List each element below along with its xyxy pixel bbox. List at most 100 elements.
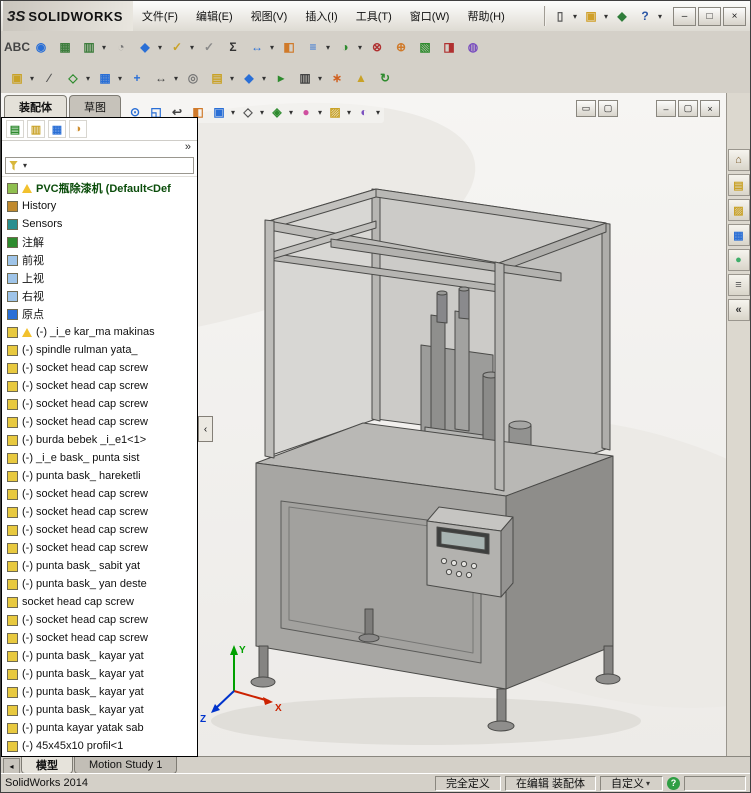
toolbar-button[interactable]: ▥ ▾: [78, 36, 108, 58]
tab-motion-study-1[interactable]: Motion Study 1: [74, 757, 178, 774]
document-window-button[interactable]: –: [656, 100, 676, 117]
headsup-button[interactable]: ● ▾: [296, 102, 324, 122]
toolbar-button[interactable]: ▣ ▾: [6, 67, 36, 89]
chevron-down-icon[interactable]: ▾: [156, 43, 164, 52]
tree-component-item[interactable]: (-) punta bask_ kayar yat: [2, 665, 197, 683]
tree-component-item[interactable]: (-) _i_e bask_ punta sist: [2, 449, 197, 467]
tree-filter-input[interactable]: ▾: [5, 157, 194, 174]
toolbar-button[interactable]: ▸ ▾: [270, 67, 292, 89]
chevron-down-icon[interactable]: ▾: [21, 161, 29, 170]
tree-component-item[interactable]: (-) socket head cap screw: [2, 359, 197, 377]
toolbar-button[interactable]: ◆ ▾: [134, 36, 164, 58]
tree-component-item[interactable]: (-) punta bask_ kayar yat: [2, 683, 197, 701]
tree-component-item[interactable]: (-) burda bebek _i_e1<1>: [2, 431, 197, 449]
document-window-button[interactable]: ▢: [678, 100, 698, 117]
tree-component-item[interactable]: (-) punta bask_ sabit yat: [2, 557, 197, 575]
chevron-down-icon[interactable]: ▾: [316, 108, 324, 117]
tree-root-item[interactable]: PVC瓶除漆机 (Default<Def: [2, 179, 197, 197]
chevron-down-icon[interactable]: ▾: [644, 779, 652, 788]
status-units[interactable]: 自定义 ▾: [600, 775, 663, 791]
headsup-button[interactable]: ◈ ▾: [267, 102, 295, 122]
tree-component-item[interactable]: (-) _i_e kar_ma makinas: [2, 323, 197, 341]
tree-component-item[interactable]: (-) socket head cap screw: [2, 485, 197, 503]
featuremanager-tab[interactable]: ▦: [48, 120, 66, 138]
tree-component-item[interactable]: socket head cap screw: [2, 593, 197, 611]
tree-component-item[interactable]: (-) punta kayar yatak sab: [2, 719, 197, 737]
chevron-down-icon[interactable]: ▾: [374, 108, 382, 117]
chevron-down-icon[interactable]: ▾: [260, 74, 268, 83]
tree-folder-item[interactable]: 上视: [2, 269, 197, 287]
chevron-down-icon[interactable]: ▾: [345, 108, 353, 117]
toolbar-button[interactable]: ▦ ▾: [54, 36, 76, 58]
frame-button[interactable]: ▭: [576, 100, 596, 117]
toolbar-button[interactable]: ◎ ▾: [182, 67, 204, 89]
tree-component-item[interactable]: (-) socket head cap screw: [2, 413, 197, 431]
panel-collapse-arrow[interactable]: ‹: [198, 416, 213, 442]
status-help-icon[interactable]: ?: [667, 776, 680, 790]
tree-component-item[interactable]: (-) punta bask_ yan deste: [2, 575, 197, 593]
titlebar-tool-button[interactable]: ▣ ▾: [580, 5, 610, 27]
chevron-down-icon[interactable]: ▾: [656, 12, 664, 21]
window-button[interactable]: ×: [723, 6, 746, 26]
menu-item[interactable]: 窗口(W): [401, 1, 459, 31]
menu-item[interactable]: 工具(T): [347, 1, 401, 31]
toolbar-button[interactable]: ≡ ▾: [302, 36, 332, 58]
tree-folder-item[interactable]: 右视: [2, 287, 197, 305]
toolbar-button[interactable]: Σ ▾: [222, 36, 244, 58]
tab-sketch[interactable]: 草图: [69, 95, 121, 117]
toolbar-button[interactable]: ◑ ▾: [334, 36, 364, 58]
tree-component-item[interactable]: (-) socket head cap screw: [2, 377, 197, 395]
toolbar-button[interactable]: ⊕ ▾: [390, 36, 412, 58]
tree-folder-item[interactable]: 原点: [2, 305, 197, 323]
titlebar-tool-button[interactable]: ? ▾: [634, 5, 664, 27]
window-button[interactable]: –: [673, 6, 696, 26]
frame-button[interactable]: ▢: [598, 100, 618, 117]
window-button[interactable]: □: [698, 6, 721, 26]
document-window-button[interactable]: ×: [700, 100, 720, 117]
toolbar-button[interactable]: ◆ ▾: [238, 67, 268, 89]
toolbar-button[interactable]: ✓ ▾: [166, 36, 196, 58]
chevron-down-icon[interactable]: ▾: [116, 74, 124, 83]
toolbar-button[interactable]: ◧ ▾: [278, 36, 300, 58]
toolbar-button[interactable]: ↔ ▾: [150, 67, 180, 89]
tree-component-item[interactable]: (-) punta bask_ kayar yat: [2, 701, 197, 719]
tree-component-item[interactable]: (-) socket head cap screw: [2, 539, 197, 557]
chevron-down-icon[interactable]: ▾: [356, 43, 364, 52]
chevron-down-icon[interactable]: ▾: [287, 108, 295, 117]
featuremanager-tab[interactable]: ◑: [69, 120, 87, 138]
headsup-button[interactable]: ▨ ▾: [325, 102, 353, 122]
chevron-down-icon[interactable]: ▾: [316, 74, 324, 83]
menu-item[interactable]: 编辑(E): [187, 1, 242, 31]
tab-scroll-left-icon[interactable]: ◂: [3, 758, 20, 774]
toolbar-button[interactable]: + ▾: [126, 67, 148, 89]
headsup-button[interactable]: ◐ ▾: [354, 102, 382, 122]
toolbar-button[interactable]: ◔ ▾: [110, 36, 132, 58]
chevron-down-icon[interactable]: ▾: [172, 74, 180, 83]
task-pane-button[interactable]: ≡: [727, 274, 750, 296]
headsup-button[interactable]: ▣ ▾: [209, 102, 237, 122]
toolbar-button[interactable]: ◇ ▾: [62, 67, 92, 89]
tree-component-item[interactable]: (-) 45x45x10 profil<1: [2, 737, 197, 755]
featuremanager-tab[interactable]: ▤: [6, 120, 24, 138]
task-pane-button[interactable]: ▨: [727, 199, 750, 221]
task-pane-button[interactable]: ●: [727, 249, 750, 271]
tab-model[interactable]: 模型: [21, 757, 73, 774]
tree-component-item[interactable]: (-) socket head cap screw: [2, 521, 197, 539]
chevron-down-icon[interactable]: ▾: [100, 43, 108, 52]
chevron-down-icon[interactable]: ▾: [258, 108, 266, 117]
toolbar-button[interactable]: ▲ ▾: [350, 67, 372, 89]
chevron-down-icon[interactable]: ▾: [28, 74, 36, 83]
toolbar-button[interactable]: ◍ ▾: [462, 36, 484, 58]
tab-assembly[interactable]: 装配体: [4, 95, 67, 117]
menu-item[interactable]: 插入(I): [296, 1, 346, 31]
titlebar-tool-button[interactable]: ◆ ▾: [611, 5, 633, 27]
task-pane-button[interactable]: ⌂: [727, 149, 750, 171]
toolbar-button[interactable]: ↔ ▾: [246, 36, 276, 58]
tree-folder-item[interactable]: History: [2, 197, 197, 215]
tree-component-item[interactable]: (-) socket head cap screw: [2, 503, 197, 521]
headsup-button[interactable]: ◇ ▾: [238, 102, 266, 122]
toolbar-button[interactable]: ↻ ▾: [374, 67, 396, 89]
task-pane-button[interactable]: «: [727, 299, 750, 321]
toolbar-button[interactable]: ▧ ▾: [414, 36, 436, 58]
tree-folder-item[interactable]: Sensors: [2, 215, 197, 233]
